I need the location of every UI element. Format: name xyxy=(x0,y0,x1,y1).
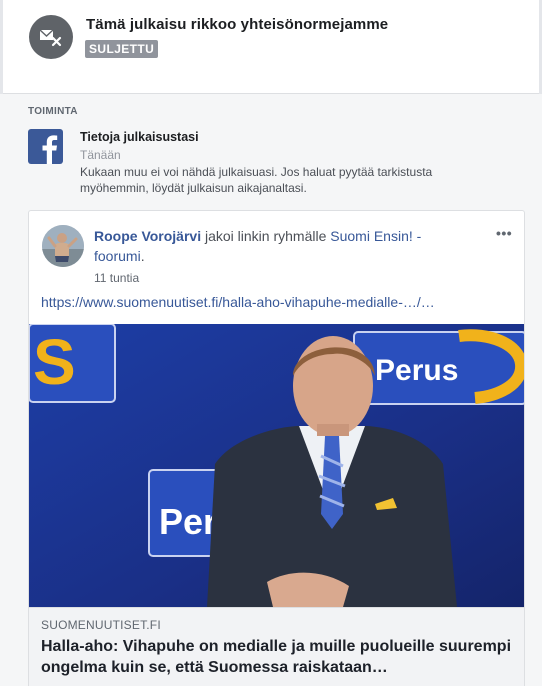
post-timestamp[interactable]: 11 tuntia xyxy=(94,271,139,285)
author-link[interactable]: Roope Vorojärvi xyxy=(94,228,201,244)
post-link[interactable]: https://www.suomenuutiset.fi/halla-aho-v… xyxy=(41,294,521,310)
activity-body: Kukaan muu ei voi nähdä julkaisuasi. Jos… xyxy=(80,165,433,195)
sign-text-bottom: Per xyxy=(159,501,217,542)
post-header: Roope Vorojärvi jakoi linkin ryhmälle Su… xyxy=(94,226,474,266)
blocked-message-icon xyxy=(29,15,73,59)
violation-notice: Tämä julkaisu rikkoo yhteisönormejamme S… xyxy=(0,0,542,94)
violation-title: Tämä julkaisu rikkoo yhteisönormejamme xyxy=(86,16,389,33)
link-title[interactable]: Halla-aho: Vihapuhe on medialle ja muill… xyxy=(41,636,516,678)
post-action-text: jakoi linkin ryhmälle xyxy=(201,228,331,244)
more-options-button[interactable]: ••• xyxy=(496,225,518,241)
link-preview-meta[interactable]: SUOMENUUTISET.FI Halla-aho: Vihapuhe on … xyxy=(29,607,524,686)
post-header-suffix: . xyxy=(140,248,145,264)
shared-post: Roope Vorojärvi jakoi linkin ryhmälle Su… xyxy=(28,210,525,686)
avatar[interactable] xyxy=(42,225,84,267)
link-domain: SUOMENUUTISET.FI xyxy=(41,618,161,632)
left-rail xyxy=(0,0,3,94)
activity-title[interactable]: Tietoja julkaisustasi xyxy=(80,130,199,144)
link-preview-image[interactable]: S Perus Per xyxy=(29,324,524,607)
status-badge: SULJETTU xyxy=(85,40,159,58)
section-label: TOIMINTA xyxy=(28,106,78,117)
sign-text-left: S xyxy=(33,326,76,398)
facebook-logo-icon xyxy=(28,129,63,164)
sign-text-right: Perus xyxy=(375,354,458,387)
activity-date: Tänään xyxy=(80,148,121,162)
